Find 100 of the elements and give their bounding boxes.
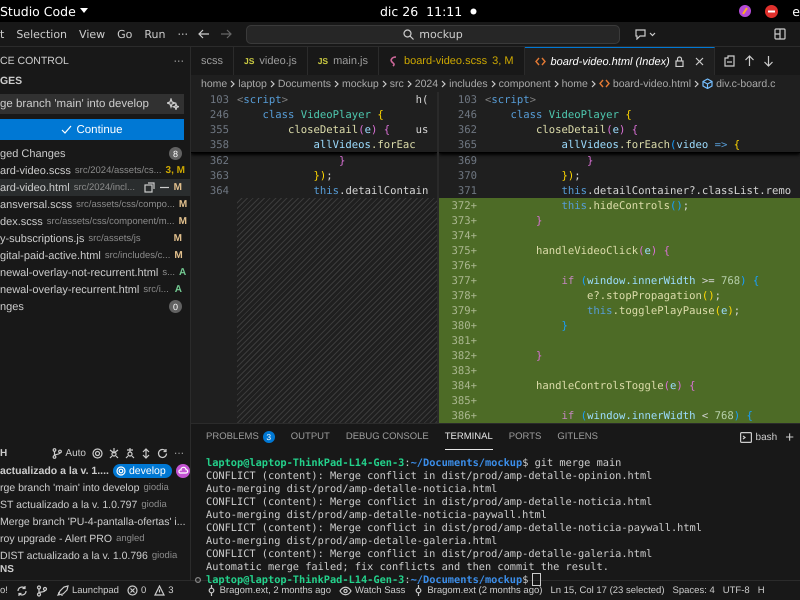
file-name: ard-video.html <box>0 182 70 194</box>
panel-tab[interactable]: PORTS <box>508 424 542 450</box>
status-item[interactable] <box>16 584 28 596</box>
file-item[interactable]: ard-video.html src/2024/incl... M <box>0 179 190 196</box>
terminal-output: Automatic merge failed; fix conflicts and then commit the result. <box>206 560 609 572</box>
breadcrumb-item[interactable]: Documents <box>278 78 331 90</box>
continue-button[interactable]: Continue <box>0 119 184 140</box>
breadcrumb-item[interactable]: div.c-board.c <box>716 78 776 90</box>
chevron-icon <box>490 80 496 88</box>
breadcrumb-item[interactable]: board-video.html <box>612 78 692 90</box>
search-field[interactable]: mockup <box>246 24 620 44</box>
group-header[interactable]: nges <box>0 300 165 312</box>
up-arrow-icon[interactable] <box>744 55 755 67</box>
more-actions[interactable]: ··· <box>174 55 184 67</box>
menu-item[interactable]: Go <box>117 28 140 40</box>
app-menu[interactable]: Studio Code <box>0 4 76 18</box>
panel-tab[interactable]: PROBLEMS 3 <box>206 424 275 450</box>
line-number: 382+ <box>450 350 478 362</box>
commit-item[interactable]: rge branch 'main' into develop giodia <box>0 479 190 496</box>
file-item[interactable]: newal-overlay-recurrent.html src/i... A <box>0 281 190 298</box>
breadcrumb-item[interactable]: src <box>390 78 404 90</box>
add-terminal-button[interactable]: + <box>785 428 794 446</box>
line-number: 374+ <box>450 230 478 242</box>
commit-item[interactable]: Merge branch 'PU-4-pantalla-ofertas' i... <box>0 513 190 530</box>
status-item[interactable]: Watch Sass <box>338 585 406 596</box>
status-item[interactable]: H <box>758 585 765 596</box>
file-item[interactable]: gital-paid-active.html src/includes/c... M <box>0 247 190 264</box>
panel-tab[interactable]: GITLENS <box>557 424 598 450</box>
menu-item[interactable]: View <box>79 28 112 40</box>
section-header[interactable]: H <box>0 448 46 458</box>
line-number: 384+ <box>450 380 478 392</box>
status-item[interactable] <box>36 584 48 596</box>
file-name: newal-overlay-not-recurrent.html <box>0 266 158 278</box>
menu-item[interactable]: ··· <box>178 28 195 40</box>
panel-tab[interactable]: TERMINAL <box>444 424 493 450</box>
push-pull-icon[interactable] <box>141 448 151 458</box>
down-arrow-icon[interactable] <box>762 55 774 67</box>
file-item[interactable]: dex.scss src/assets/css/component/m... M <box>0 213 190 230</box>
file-name: newal-overlay-recurrent.html <box>0 284 140 296</box>
terminal-selector[interactable]: bash <box>740 432 778 442</box>
chevron-icon <box>554 80 559 88</box>
circle-icon <box>195 576 201 582</box>
file-item[interactable]: ard-video.scss src/2024/assets/cs... 3, M <box>0 162 190 179</box>
commit-message-field[interactable]: ge branch 'main' into develop <box>0 94 184 114</box>
status-item[interactable]: UTF-8 <box>722 585 750 596</box>
line-number: 385+ <box>450 394 478 406</box>
code-line: } <box>338 154 346 166</box>
breadcrumb-item[interactable]: home <box>201 78 228 90</box>
menu-item[interactable]: Run <box>144 28 172 40</box>
status-item[interactable]: Bragom.ext (2 months ago) <box>413 585 542 596</box>
panel-tab[interactable]: OUTPUT <box>290 424 330 450</box>
back-arrow-icon[interactable] <box>198 29 210 39</box>
close-icon[interactable] <box>694 57 704 66</box>
breadcrumb-item[interactable]: laptop <box>238 78 267 90</box>
commit-item[interactable]: actualizado a la v. 1.... develop <box>0 462 190 479</box>
code-line: if (window.innerWidth < 768) { <box>560 410 753 422</box>
status-item[interactable]: 0 <box>126 585 146 596</box>
section-header[interactable]: GES <box>0 75 190 91</box>
branch-icon <box>52 448 62 458</box>
code-line: class VideoPlayer { <box>510 108 632 120</box>
editor-tab[interactable]: board-video.html (Index) <box>524 47 715 75</box>
target-icon <box>116 466 126 476</box>
branch-mode-button[interactable]: Auto <box>52 448 86 458</box>
editor-tab[interactable]: JS main.js <box>308 47 379 75</box>
status-item[interactable]: Bragom.ext, 2 months ago <box>206 585 331 596</box>
menu-item[interactable]: t <box>0 28 12 40</box>
js-file-icon: JS <box>244 56 254 66</box>
breadcrumb-item[interactable]: includes <box>449 78 488 90</box>
breadcrumb-item[interactable]: component <box>498 78 551 90</box>
file-item[interactable]: ansversal.scss src/assets/css/compo... M <box>0 196 190 213</box>
refresh-icon[interactable] <box>157 448 168 458</box>
commit-item[interactable]: roy upgrade - Alert PRO angled <box>0 530 190 547</box>
status-item[interactable]: 3 <box>154 585 174 596</box>
breadcrumb-item[interactable]: mockup <box>342 78 379 90</box>
line-number: 375+ <box>450 244 478 256</box>
commit-item[interactable]: ST actualizado a la v. 1.0.797 giodia <box>0 496 190 513</box>
menu-item[interactable]: Selection <box>16 28 74 40</box>
panel-tab[interactable]: DEBUG CONSOLE <box>346 424 429 450</box>
section-header[interactable]: NS <box>0 564 190 580</box>
open-file-icon[interactable] <box>144 182 155 193</box>
time-label: 11:11 <box>426 4 462 18</box>
more-actions[interactable]: ··· <box>174 448 184 458</box>
file-item[interactable]: newal-overlay-not-recurrent.html s... A <box>0 264 190 281</box>
tab-status: 3, M <box>492 55 514 67</box>
forward-arrow-icon[interactable] <box>220 29 232 39</box>
commit-item[interactable]: DIST actualizado a la v. 1.0.796 giodia <box>0 547 190 564</box>
layout-icon[interactable] <box>774 28 786 40</box>
commit-author: angled <box>116 533 145 544</box>
error-icon <box>126 585 138 596</box>
target-icon[interactable] <box>92 448 103 458</box>
status-item[interactable]: Ln 15, Col 17 (23 selected) <box>550 585 665 596</box>
branch-icon <box>36 584 48 596</box>
breadcrumb-item[interactable]: home <box>562 78 588 90</box>
file-item[interactable]: y-subscriptions.js src/assets/js M <box>0 230 190 247</box>
code-line: e?.stopPropagation(); <box>586 290 722 302</box>
status-item[interactable]: o! <box>0 585 8 596</box>
breadcrumb-item[interactable]: 2024 <box>414 78 438 90</box>
status-item[interactable]: Launchpad <box>56 584 119 596</box>
group-header[interactable]: ged Changes <box>0 148 165 160</box>
status-item[interactable]: Spaces: 4 <box>672 585 715 596</box>
